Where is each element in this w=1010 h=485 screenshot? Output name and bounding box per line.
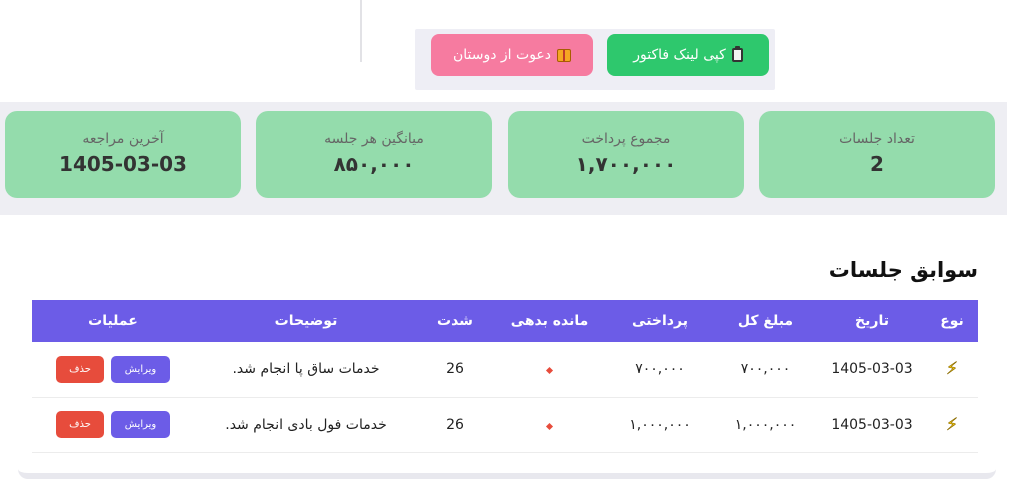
copy-invoice-link-label: کپی لینک فاکتور — [633, 47, 726, 63]
column-header-type[interactable]: نوع — [926, 300, 978, 342]
section-title: سوابق جلسات — [828, 258, 978, 282]
stat-card-average-per-session: میانگین هر جلسه ۸۵۰,۰۰۰ — [256, 111, 492, 198]
cell-total: ۱,۰۰۰,۰۰۰ — [734, 416, 797, 433]
stat-value: ۸۵۰,۰۰۰ — [333, 152, 415, 176]
table-row: ⚡ 1405-03-03 ۷۰۰,۰۰۰ ۷۰۰,۰۰۰ 26 خدمات سا… — [32, 342, 978, 397]
sessions-table: نوع تاریخ مبلغ کل پرداختی مانده بدهی شدت… — [32, 300, 978, 453]
action-bar: دعوت از دوستان کپی لینک فاکتور — [415, 29, 775, 90]
cell-date: 1405-03-03 — [831, 416, 913, 433]
column-header-date[interactable]: تاریخ — [818, 300, 926, 342]
cell-description: خدمات فول بادی انجام شد. — [225, 416, 387, 433]
cell-date: 1405-03-03 — [831, 361, 913, 378]
edit-button[interactable]: ویرایش — [111, 355, 170, 383]
delete-button[interactable]: حذف — [56, 411, 104, 438]
gift-icon — [557, 48, 572, 62]
column-header-debt[interactable]: مانده بدهی — [492, 300, 607, 342]
stat-card-total-paid: مجموع پرداخت ۱,۷۰۰,۰۰۰ — [508, 111, 744, 198]
delete-button[interactable]: حذف — [56, 355, 104, 383]
stat-card-sessions-count: تعداد جلسات 2 — [759, 111, 995, 198]
debt-indicator — [545, 422, 554, 430]
cell-total: ۷۰۰,۰۰۰ — [740, 361, 791, 378]
stat-label: میانگین هر جلسه — [324, 131, 424, 147]
cell-intensity: 26 — [446, 361, 464, 378]
debt-indicator — [545, 367, 554, 375]
column-header-total[interactable]: مبلغ کل — [713, 300, 818, 342]
cell-paid: ۱,۰۰۰,۰۰۰ — [629, 416, 691, 433]
stat-label: تعداد جلسات — [839, 131, 915, 147]
cell-paid: ۷۰۰,۰۰۰ — [635, 361, 685, 378]
stats-band: تعداد جلسات 2 مجموع پرداخت ۱,۷۰۰,۰۰۰ میا… — [0, 102, 1007, 215]
edit-button[interactable]: ویرایش — [111, 411, 170, 438]
column-header-description[interactable]: توضیحات — [194, 300, 418, 342]
cell-intensity: 26 — [446, 416, 464, 433]
stat-label: مجموع پرداخت — [581, 131, 671, 147]
invite-friends-label: دعوت از دوستان — [452, 47, 552, 63]
stat-card-last-visit: آخرین مراجعه 1405-03-03 — [5, 111, 241, 198]
stat-value: 2 — [870, 152, 884, 176]
lightning-icon: ⚡ — [946, 359, 959, 380]
table-header-row: نوع تاریخ مبلغ کل پرداختی مانده بدهی شدت… — [32, 300, 978, 342]
divider-line — [360, 0, 362, 62]
column-header-intensity[interactable]: شدت — [418, 300, 492, 342]
invite-friends-button[interactable]: دعوت از دوستان — [431, 34, 593, 76]
clipboard-icon — [731, 46, 743, 62]
stat-value: ۱,۷۰۰,۰۰۰ — [575, 152, 677, 176]
column-header-actions: عملیات — [88, 313, 138, 329]
cell-description: خدمات ساق پا انجام شد. — [232, 361, 380, 378]
table-row: ⚡ 1405-03-03 ۱,۰۰۰,۰۰۰ ۱,۰۰۰,۰۰۰ 26 خدما… — [32, 397, 978, 452]
copy-invoice-link-button[interactable]: کپی لینک فاکتور — [607, 34, 769, 76]
lightning-icon: ⚡ — [946, 414, 959, 435]
column-header-paid[interactable]: پرداختی — [607, 300, 713, 342]
stat-value: 1405-03-03 — [59, 152, 187, 176]
stat-label: آخرین مراجعه — [82, 131, 164, 147]
